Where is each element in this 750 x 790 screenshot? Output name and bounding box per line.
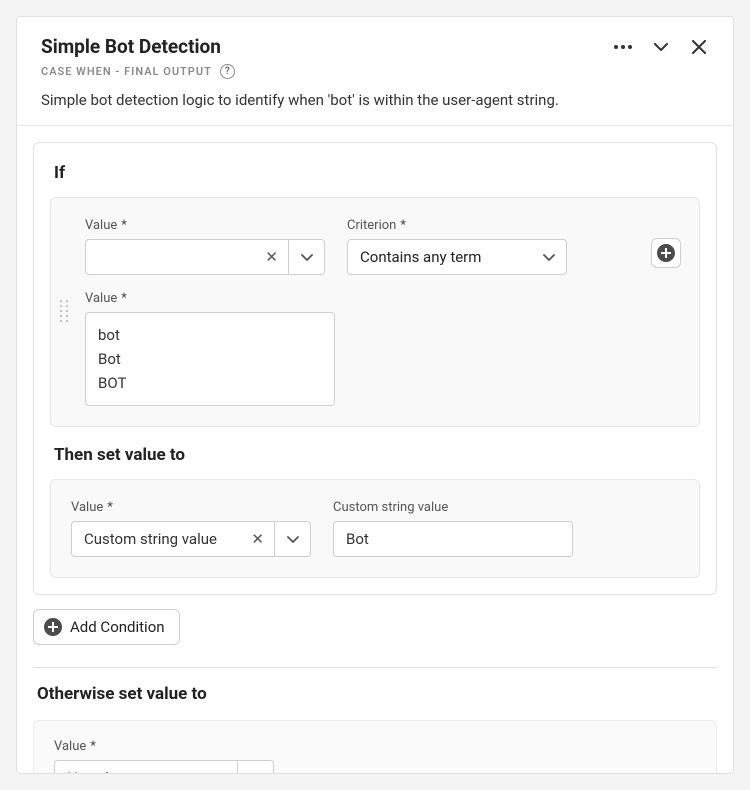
then-value-dropdown[interactable]	[275, 521, 311, 557]
otherwise-value-select[interactable]: No value ✕	[54, 760, 238, 773]
plus-circle-icon	[44, 618, 62, 636]
if-value-dropdown[interactable]	[289, 239, 325, 275]
clear-icon[interactable]: ✕	[249, 530, 266, 548]
drag-handle-icon[interactable]	[60, 300, 70, 324]
case-when-section: If Value*	[33, 142, 717, 595]
clear-icon[interactable]: ✕	[263, 248, 280, 266]
criterion-label: Criterion*	[347, 218, 567, 233]
panel-title: Simple Bot Detection	[41, 35, 221, 58]
terms-textarea[interactable]: bot Bot BOT	[85, 312, 335, 406]
panel-subtitle: CASE WHEN - FINAL OUTPUT	[41, 65, 212, 78]
criterion-dropdown[interactable]	[531, 239, 567, 275]
then-value-label: Value*	[71, 500, 311, 515]
help-icon[interactable]: ?	[220, 64, 235, 79]
then-value-select[interactable]: Custom string value ✕	[71, 521, 275, 557]
close-icon[interactable]	[689, 37, 709, 57]
clear-icon[interactable]: ✕	[212, 769, 229, 773]
value-label: Value*	[85, 218, 325, 233]
panel-body: If Value*	[17, 126, 733, 773]
custom-string-label: Custom string value	[333, 500, 573, 515]
if-condition-box: Value* ✕	[50, 197, 700, 427]
derived-field-panel: Simple Bot Detection CASE WHEN - FINAL O…	[16, 16, 734, 774]
value-terms-label: Value*	[85, 291, 335, 306]
add-criterion-button[interactable]	[651, 238, 681, 268]
if-heading: If	[54, 163, 700, 183]
section-divider	[33, 667, 717, 668]
panel-header: Simple Bot Detection CASE WHEN - FINAL O…	[17, 17, 733, 126]
otherwise-box: Value* No value ✕	[33, 720, 717, 773]
plus-circle-icon	[657, 244, 675, 262]
then-box: Value* Custom string value ✕	[50, 479, 700, 578]
otherwise-heading: Otherwise set value to	[37, 684, 717, 704]
otherwise-value-dropdown[interactable]	[238, 760, 274, 773]
if-value-select[interactable]: ✕	[85, 239, 289, 275]
more-icon[interactable]	[613, 37, 633, 57]
criterion-select[interactable]: Contains any term	[347, 239, 531, 275]
collapse-icon[interactable]	[651, 37, 671, 57]
header-actions	[613, 37, 709, 57]
panel-description: Simple bot detection logic to identify w…	[41, 91, 709, 109]
add-condition-button[interactable]: Add Condition	[33, 609, 180, 645]
otherwise-value-label: Value*	[54, 739, 274, 754]
custom-string-input[interactable]: Bot	[333, 521, 573, 557]
then-heading: Then set value to	[54, 445, 700, 465]
